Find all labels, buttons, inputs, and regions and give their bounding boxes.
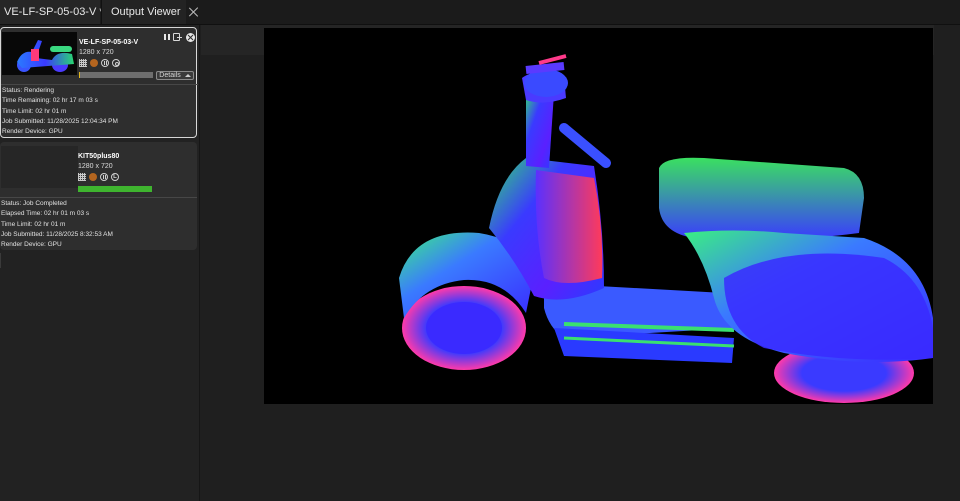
- job-settings-icons: L: [78, 172, 119, 182]
- job-time-remaining: Time Remaining: 02 hr 17 m 03 s: [2, 97, 98, 105]
- tab-output-viewer[interactable]: Output Viewer: [101, 0, 186, 24]
- job-status: Status: Rendering: [2, 87, 55, 94]
- job-thumbnail: [2, 32, 77, 75]
- job-card-rendering[interactable]: VE-LF-SP-05-03-V 1280 x 720 Details Stat…: [0, 27, 198, 138]
- material-icon: [90, 59, 98, 67]
- job-name: VE-LF-SP-05-03-V: [79, 39, 139, 46]
- grid-icon: [79, 59, 87, 67]
- tab-label: Output Viewer: [111, 6, 181, 18]
- details-button[interactable]: Details: [156, 71, 194, 80]
- progress-bar: [78, 186, 152, 192]
- progress-fill: [78, 186, 152, 192]
- job-render-device: Render Device: GPU: [1, 241, 62, 249]
- material-icon: [89, 173, 97, 181]
- pause-stream-icon: [100, 173, 108, 181]
- progress-fill: [79, 72, 80, 78]
- chevron-up-icon: [184, 74, 191, 77]
- job-elapsed-time: Elapsed Time: 02 hr 01 m 03 s: [1, 210, 90, 218]
- divider: [1, 84, 198, 85]
- job-resolution: 1280 x 720: [79, 49, 114, 56]
- job-submitted: Job Submitted: 11/28/2025 8:32:53 AM: [1, 230, 113, 238]
- progress-bar: [79, 72, 153, 78]
- pause-stream-icon: [101, 59, 109, 67]
- job-time-limit: Time Limit: 02 hr 01 m: [1, 220, 66, 228]
- job-resolution: 1280 x 720: [78, 163, 113, 170]
- scooter-render: [399, 54, 933, 403]
- lock-icon: L: [111, 173, 119, 181]
- job-card-completed[interactable]: KIT50plus80 1280 x 720 L Status: Job Com…: [0, 142, 197, 250]
- job-status: Status: Job Completed: [1, 200, 67, 207]
- job-settings-icons: [79, 58, 120, 68]
- job-render-device: Render Device: GPU: [2, 128, 63, 136]
- render-output-image[interactable]: [264, 28, 933, 404]
- job-info: Status: Rendering Time Remaining: 02 hr …: [2, 86, 118, 137]
- job-name: KIT50plus80: [78, 153, 120, 160]
- job-submitted: Job Submitted: 11/28/2025 12:04:34 PM: [2, 117, 118, 125]
- job-thumbnail: [1, 146, 78, 188]
- details-label: Details: [159, 72, 181, 79]
- pause-icon[interactable]: [163, 33, 172, 42]
- job-time-limit: Time Limit: 02 hr 01 m: [2, 107, 67, 115]
- panel-divider: [0, 253, 1, 268]
- tab-job-render[interactable]: VE-LF-SP-05-03-V *: [0, 0, 104, 24]
- tab-bar: VE-LF-SP-05-03-V * Output Viewer: [0, 0, 960, 25]
- export-icon[interactable]: [173, 33, 182, 41]
- target-icon: [112, 59, 120, 67]
- divider: [0, 197, 197, 198]
- job-info: Status: Job Completed Elapsed Time: 02 h…: [1, 199, 113, 250]
- grid-icon: [78, 173, 86, 181]
- tab-label: VE-LF-SP-05-03-V *: [4, 6, 104, 18]
- cancel-icon[interactable]: [186, 33, 195, 42]
